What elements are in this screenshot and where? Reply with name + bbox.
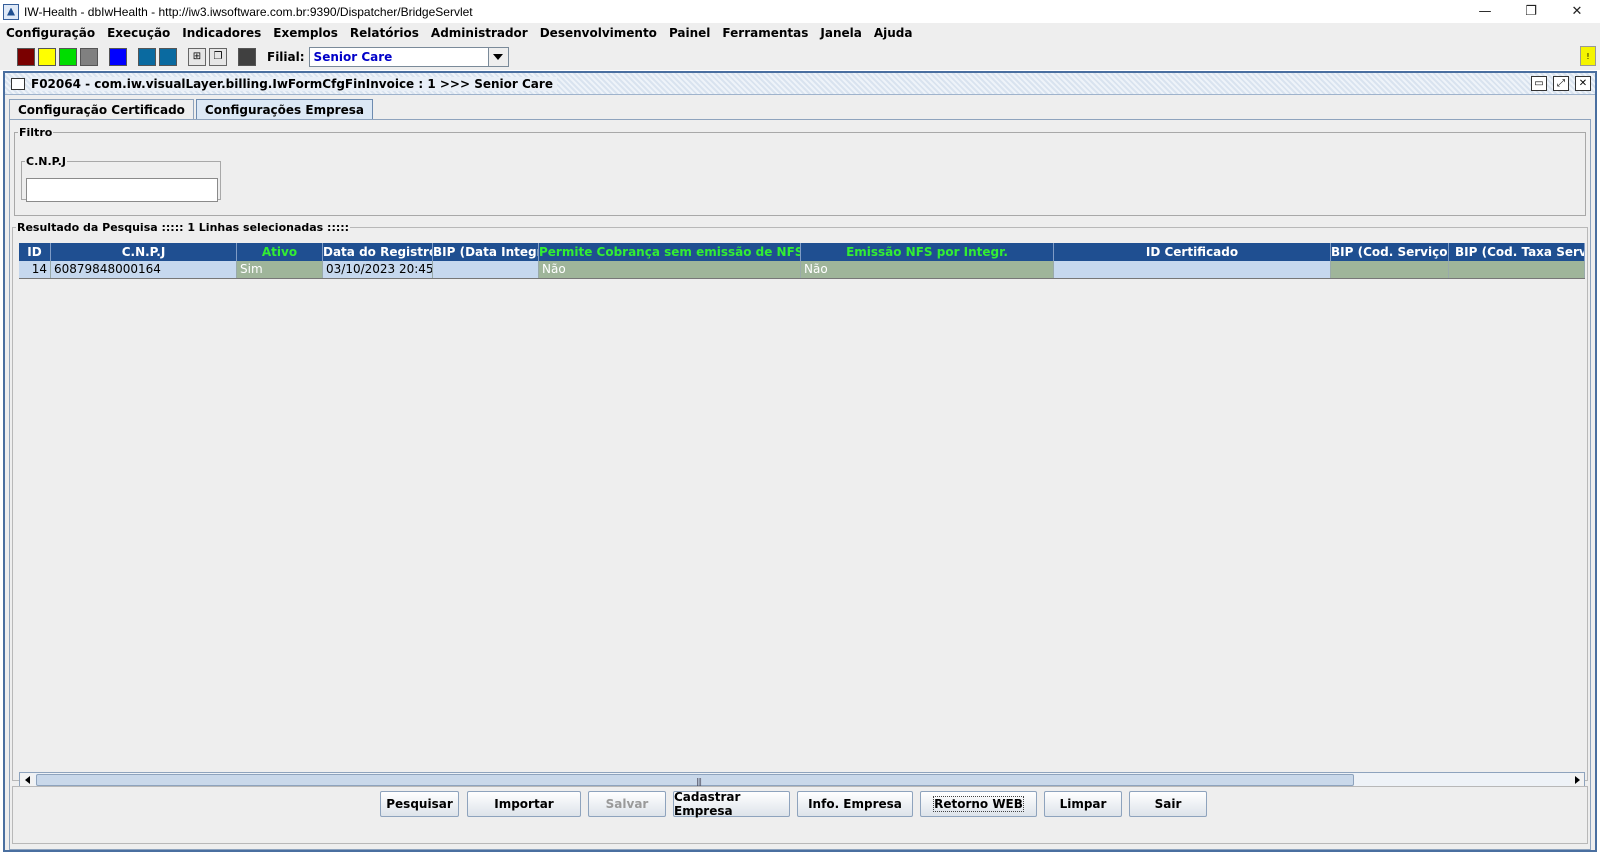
info-empresa-label: Info. Empresa bbox=[808, 797, 902, 811]
menu-desenvolvimento[interactable]: Desenvolvimento bbox=[540, 26, 657, 40]
theme-swatch-gray[interactable] bbox=[80, 47, 98, 66]
column-header-bip-data-integr[interactable]: BIP (Data Integr) bbox=[433, 243, 539, 261]
menu-configuracao[interactable]: Configuração bbox=[6, 26, 95, 40]
column-header-data-registro[interactable]: Data do Registro bbox=[323, 243, 433, 261]
results-group: Resultado da Pesquisa ::::: 1 Linhas sel… bbox=[12, 221, 1588, 788]
cnpj-group: C.N.P.J bbox=[21, 155, 221, 202]
cell-bip-cod-taxa bbox=[1449, 261, 1585, 278]
close-icon[interactable]: ✕ bbox=[1554, 0, 1600, 23]
frame-maximize-icon[interactable]: ⤢ bbox=[1553, 76, 1569, 91]
frame-title: F02064 - com.iw.visualLayer.billing.IwFo… bbox=[31, 76, 557, 91]
menu-bar: Configuração Execução Indicadores Exempl… bbox=[0, 23, 1600, 43]
theme-swatch-darkred[interactable] bbox=[17, 47, 35, 66]
column-header-id[interactable]: ID bbox=[19, 243, 51, 261]
window-controls: — ❐ ✕ bbox=[1462, 0, 1600, 23]
pesquisar-label: Pesquisar bbox=[386, 797, 453, 811]
tab-strip: Configuração Certificado Configurações E… bbox=[9, 99, 375, 119]
toolbar: ⊞ ❐ Filial: Senior Care ! bbox=[0, 43, 1600, 70]
results-legend: Resultado da Pesquisa ::::: 1 Linhas sel… bbox=[17, 221, 350, 234]
frame-minimize-icon[interactable]: ▭ bbox=[1531, 76, 1547, 91]
grip-icon: ||| bbox=[696, 777, 702, 786]
menu-indicadores[interactable]: Indicadores bbox=[182, 26, 261, 40]
info-empresa-button[interactable]: Info. Empresa bbox=[797, 791, 913, 817]
retorno-web-button[interactable]: Retorno WEB bbox=[920, 791, 1037, 817]
column-header-bip-cod-taxa[interactable]: BIP (Cod. Taxa Serv bbox=[1449, 243, 1585, 261]
menu-ferramentas[interactable]: Ferramentas bbox=[722, 26, 808, 40]
results-table: ID C.N.P.J Ativo Data do Registro BIP (D… bbox=[19, 243, 1585, 763]
tab-configuracao-certificado[interactable]: Configuração Certificado bbox=[9, 99, 194, 119]
scroll-right-icon[interactable] bbox=[1570, 773, 1584, 787]
tree-view-icon[interactable]: ⊞ bbox=[188, 47, 206, 66]
cell-bip-data-integr bbox=[433, 261, 539, 278]
salvar-label: Salvar bbox=[605, 797, 649, 811]
scroll-left-icon[interactable] bbox=[20, 773, 34, 787]
cell-ativo: Sim bbox=[237, 261, 323, 278]
limpar-button[interactable]: Limpar bbox=[1044, 791, 1122, 817]
retorno-web-label: Retorno WEB bbox=[933, 796, 1024, 812]
frame-close-icon[interactable]: ✕ bbox=[1575, 76, 1591, 91]
theme-swatch-dark[interactable] bbox=[238, 47, 256, 66]
window-title: IW-Health - dbIwHealth - http://iw3.iwso… bbox=[24, 4, 473, 19]
menu-ajuda[interactable]: Ajuda bbox=[874, 26, 913, 40]
cell-cnpj: 60879848000164 bbox=[51, 261, 237, 278]
menu-relatorios[interactable]: Relatórios bbox=[350, 26, 419, 40]
frame-controls: ▭ ⤢ ✕ bbox=[1531, 76, 1591, 91]
column-header-ativo[interactable]: Ativo bbox=[237, 243, 323, 261]
salvar-button[interactable]: Salvar bbox=[588, 791, 666, 817]
notification-icon[interactable]: ! bbox=[1580, 46, 1596, 66]
scroll-thumb[interactable]: ||| bbox=[36, 774, 1354, 786]
theme-swatch-yellow[interactable] bbox=[38, 47, 56, 66]
sair-label: Sair bbox=[1154, 797, 1182, 811]
minimize-icon[interactable]: — bbox=[1462, 0, 1508, 23]
cadastrar-empresa-label: Cadastrar Empresa bbox=[674, 790, 741, 818]
frame-title-bar[interactable]: F02064 - com.iw.visualLayer.billing.IwFo… bbox=[5, 73, 1595, 95]
frame-window-icon bbox=[11, 77, 25, 90]
column-header-emissao-nfs[interactable]: Emissão NFS por Integr. bbox=[801, 243, 1054, 261]
table-row[interactable]: 14 60879848000164 Sim 03/10/2023 20:45 N… bbox=[19, 261, 1585, 279]
importar-label: Importar bbox=[494, 797, 554, 811]
chevron-down-icon[interactable] bbox=[487, 47, 508, 66]
filter-legend: Filtro bbox=[19, 126, 53, 139]
menu-administrador[interactable]: Administrador bbox=[431, 26, 528, 40]
cell-emissao-nfs: Não bbox=[801, 261, 1054, 278]
theme-swatch-teal-2[interactable] bbox=[159, 47, 177, 66]
app-icon bbox=[3, 3, 19, 20]
importar-button[interactable]: Importar bbox=[467, 791, 581, 817]
table-header: ID C.N.P.J Ativo Data do Registro BIP (D… bbox=[19, 243, 1585, 261]
internal-frame: F02064 - com.iw.visualLayer.billing.IwFo… bbox=[3, 71, 1597, 852]
restore-icon[interactable]: ❐ bbox=[1508, 0, 1554, 23]
cnpj-input[interactable] bbox=[26, 178, 218, 202]
limpar-label: Limpar bbox=[1059, 797, 1107, 811]
column-header-id-certificado[interactable]: ID Certificado bbox=[1054, 243, 1331, 261]
theme-swatch-blue[interactable] bbox=[109, 47, 127, 66]
cell-permite-cobranca: Não bbox=[539, 261, 801, 278]
column-header-permite-cobranca[interactable]: Permite Cobrança sem emissão de NFS bbox=[539, 243, 801, 261]
cascade-windows-icon[interactable]: ❐ bbox=[209, 47, 227, 66]
cell-bip-cod-servico bbox=[1331, 261, 1449, 278]
sair-button[interactable]: Sair bbox=[1129, 791, 1207, 817]
tab-configuracoes-empresa[interactable]: Configurações Empresa bbox=[195, 99, 373, 119]
cnpj-legend: C.N.P.J bbox=[26, 155, 66, 168]
filial-select[interactable]: Senior Care bbox=[308, 46, 509, 67]
filial-selected-value: Senior Care bbox=[313, 49, 393, 64]
window-title-bar: IW-Health - dbIwHealth - http://iw3.iwso… bbox=[0, 0, 1600, 23]
column-header-cnpj[interactable]: C.N.P.J bbox=[51, 243, 237, 261]
menu-execucao[interactable]: Execução bbox=[107, 26, 170, 40]
menu-painel[interactable]: Painel bbox=[669, 26, 710, 40]
filter-group: Filtro C.N.P.J bbox=[14, 126, 1586, 216]
theme-swatch-green[interactable] bbox=[59, 47, 77, 66]
tab-panel-configuracoes-empresa: Filtro C.N.P.J Resultado da Pesquisa :::… bbox=[9, 119, 1591, 850]
filial-label: Filial: bbox=[267, 49, 305, 64]
column-header-bip-cod-servico[interactable]: BIP (Cod. Serviço) bbox=[1331, 243, 1449, 261]
cell-id: 14 bbox=[19, 261, 51, 278]
cell-data-registro: 03/10/2023 20:45 bbox=[323, 261, 433, 278]
menu-janela[interactable]: Janela bbox=[820, 26, 861, 40]
cell-id-certificado bbox=[1054, 261, 1331, 278]
menu-exemplos[interactable]: Exemplos bbox=[273, 26, 338, 40]
action-button-bar: Pesquisar Importar Salvar Cadastrar Empr… bbox=[12, 786, 1588, 844]
scroll-track[interactable]: ||| bbox=[34, 773, 1570, 787]
pesquisar-button[interactable]: Pesquisar bbox=[380, 791, 459, 817]
cadastrar-empresa-button[interactable]: Cadastrar Empresa bbox=[673, 790, 790, 818]
theme-swatch-teal-1[interactable] bbox=[138, 47, 156, 66]
